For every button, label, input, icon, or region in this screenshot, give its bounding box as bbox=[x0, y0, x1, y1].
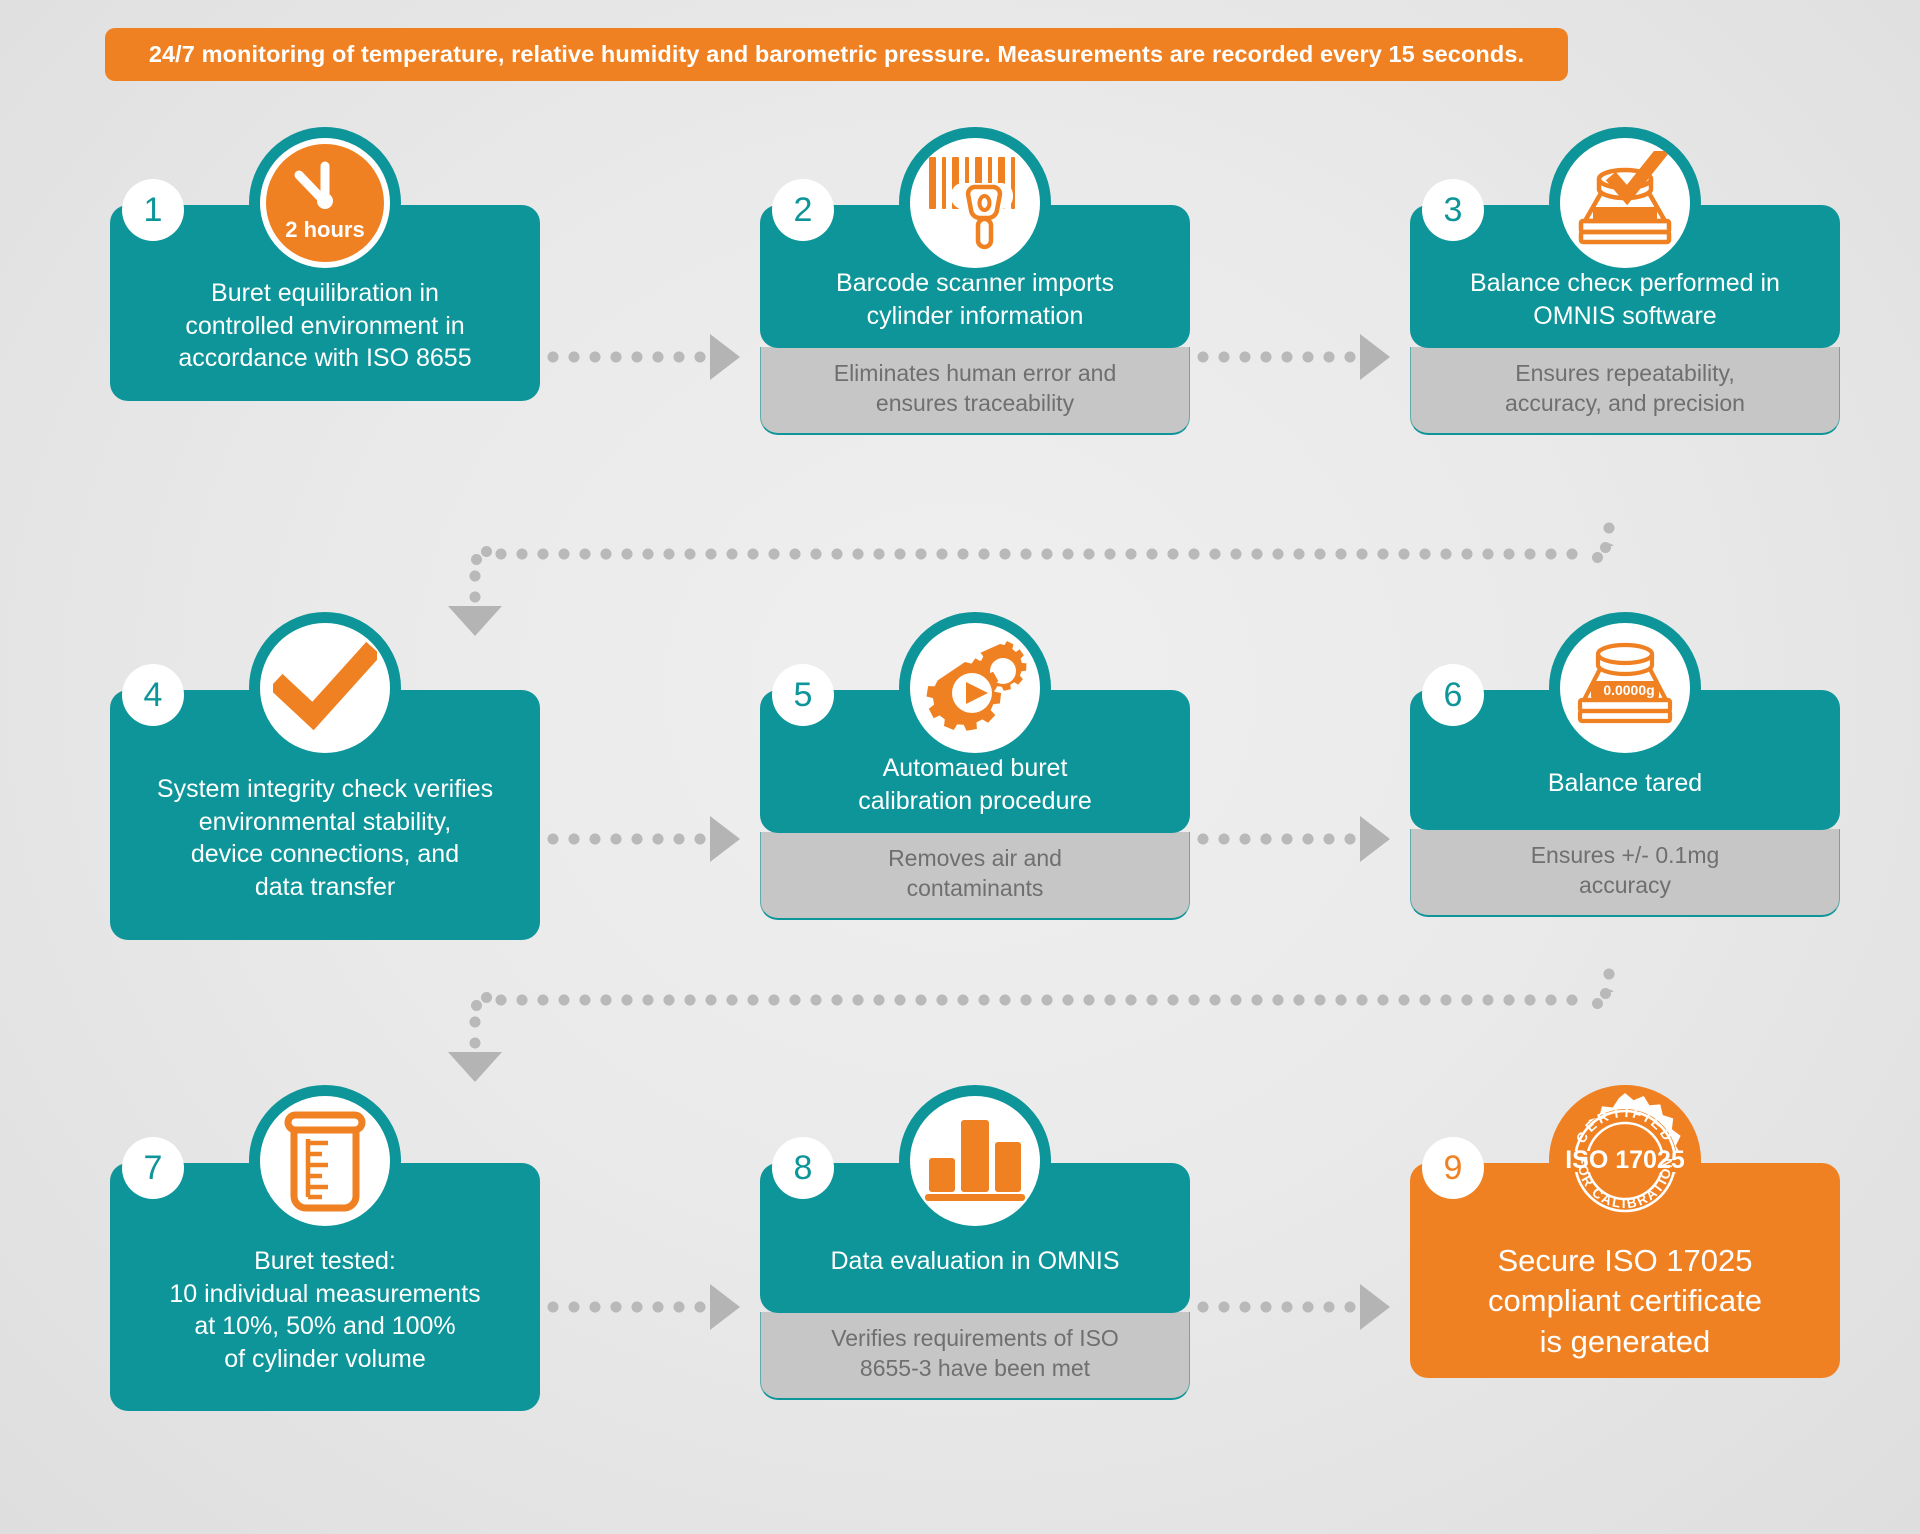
step-footer: Eliminates human error and ensures trace… bbox=[760, 347, 1190, 435]
balance-check-icon-badge bbox=[1549, 127, 1701, 279]
barcode-scanner-icon bbox=[929, 157, 1015, 250]
connector-4-to-5 bbox=[545, 816, 740, 862]
process-step-card-3[interactable]: 3 Balance check performed in OMNIS softw… bbox=[1410, 127, 1840, 435]
step-footer: Removes air and contaminants bbox=[760, 832, 1190, 920]
arrow-head-right bbox=[1360, 816, 1390, 862]
connector-dots bbox=[545, 833, 706, 845]
arrow-head-right bbox=[710, 334, 740, 380]
gears-play-icon bbox=[926, 641, 1027, 731]
step-title: Buret tested: 10 individual measurements… bbox=[169, 1247, 481, 1373]
process-step-card-2[interactable]: 2 Barcode scanner imports cylinder infor… bbox=[760, 127, 1190, 435]
process-step-card-7[interactable]: 7 Buret tested: 10 individual measuremen… bbox=[110, 1085, 540, 1411]
step-title: Buret equilibration in controlled enviro… bbox=[178, 279, 472, 373]
clock-icon: 2 hours bbox=[266, 144, 384, 262]
connector-8-to-9 bbox=[1195, 1284, 1390, 1330]
arrow-head-right bbox=[1360, 1284, 1390, 1330]
step-footer: Ensures repeatability, accuracy, and pre… bbox=[1410, 347, 1840, 435]
graduated-cylinder-icon bbox=[284, 1111, 366, 1212]
seal-center-text: ISO 17025 bbox=[1565, 1146, 1685, 1174]
connector-dots bbox=[469, 568, 481, 608]
checkmark-icon bbox=[273, 641, 377, 731]
step-title: Balance tared bbox=[1547, 768, 1703, 797]
connector-dots bbox=[1195, 833, 1356, 845]
step-title: System integrity check verifies environm… bbox=[156, 775, 494, 901]
step-number-badge: 7 bbox=[122, 1137, 184, 1199]
connector-dots bbox=[1195, 351, 1356, 363]
process-step-card-6[interactable]: 0.0000g 6 Balance tared Ensures +/- 0.1m… bbox=[1410, 612, 1840, 917]
step-number-badge: 5 bbox=[772, 664, 834, 726]
balance-display-icon-badge: 0.0000g bbox=[1549, 612, 1701, 764]
connector-dots bbox=[545, 351, 706, 363]
connector-1-to-2 bbox=[545, 334, 740, 380]
process-step-card-9[interactable]: CERTIFIED FOR CALIBRATION ISO 17025 9 Se… bbox=[1410, 1085, 1840, 1378]
step-title: Secure ISO 17025 compliant certificate i… bbox=[1488, 1243, 1762, 1359]
connector-dots bbox=[469, 1014, 481, 1054]
step-footer: Ensures +/- 0.1mg accuracy bbox=[1410, 829, 1840, 917]
step-title: Data evaluation in OMNIS bbox=[830, 1246, 1120, 1275]
step-number-badge: 9 bbox=[1422, 1137, 1484, 1199]
process-step-card-8[interactable]: 8 Data evaluation in OMNIS Verifies requ… bbox=[760, 1085, 1190, 1400]
process-step-card-1[interactable]: 2 hours 1 Buret equilibration in control… bbox=[110, 127, 540, 401]
connector-corner bbox=[1580, 538, 1614, 572]
step-number-badge: 6 bbox=[1422, 664, 1484, 726]
process-step-card-4[interactable]: 4 System integrity check verifies enviro… bbox=[110, 612, 540, 940]
arrow-head-right bbox=[710, 816, 740, 862]
step-footer: Verifies requirements of ISO 8655-3 have… bbox=[760, 1312, 1190, 1400]
iso-17025-seal-icon: CERTIFIED FOR CALIBRATION ISO 17025 bbox=[1549, 1085, 1701, 1237]
arrow-head-right bbox=[710, 1284, 740, 1330]
balance-check-icon bbox=[1578, 151, 1672, 245]
step-number-badge: 2 bbox=[772, 179, 834, 241]
clock-icon-badge: 2 hours bbox=[249, 127, 401, 279]
bar-chart-icon bbox=[925, 1120, 1025, 1201]
connector-2-to-3 bbox=[1195, 334, 1390, 380]
balance-display-icon: 0.0000g bbox=[1577, 642, 1673, 724]
connector-5-to-6 bbox=[1195, 816, 1390, 862]
step-number-badge: 1 bbox=[122, 179, 184, 241]
connector-dots bbox=[1195, 1301, 1356, 1313]
step-number-badge: 3 bbox=[1422, 179, 1484, 241]
checkmark-icon-badge bbox=[249, 612, 401, 764]
balance-reading: 0.0000g bbox=[1603, 682, 1654, 698]
connector-7-to-8 bbox=[545, 1284, 740, 1330]
clock-label: 2 hours bbox=[285, 217, 364, 242]
iso-17025-seal-icon-badge: CERTIFIED FOR CALIBRATION ISO 17025 bbox=[1549, 1085, 1701, 1237]
bar-chart-icon-badge bbox=[899, 1085, 1051, 1237]
step-number-badge: 8 bbox=[772, 1137, 834, 1199]
arrow-head-down bbox=[448, 606, 502, 636]
process-flow-diagram: 2 hours 1 Buret equilibration in control… bbox=[0, 0, 1920, 1534]
gears-play-icon-badge bbox=[899, 612, 1051, 764]
arrow-head-right bbox=[1360, 334, 1390, 380]
connector-dots bbox=[493, 548, 1585, 560]
barcode-scanner-icon-badge bbox=[899, 127, 1051, 279]
step-number-badge: 4 bbox=[122, 664, 184, 726]
connector-dots bbox=[493, 994, 1585, 1006]
connector-dots bbox=[545, 1301, 706, 1313]
connector-3-to-4 bbox=[448, 520, 1615, 640]
connector-corner bbox=[1580, 984, 1614, 1018]
connector-6-to-7 bbox=[448, 966, 1615, 1086]
graduated-cylinder-icon-badge bbox=[249, 1085, 401, 1237]
arrow-head-down bbox=[448, 1052, 502, 1082]
process-step-card-5[interactable]: 5 Automated buret calibration procedure … bbox=[760, 612, 1190, 920]
